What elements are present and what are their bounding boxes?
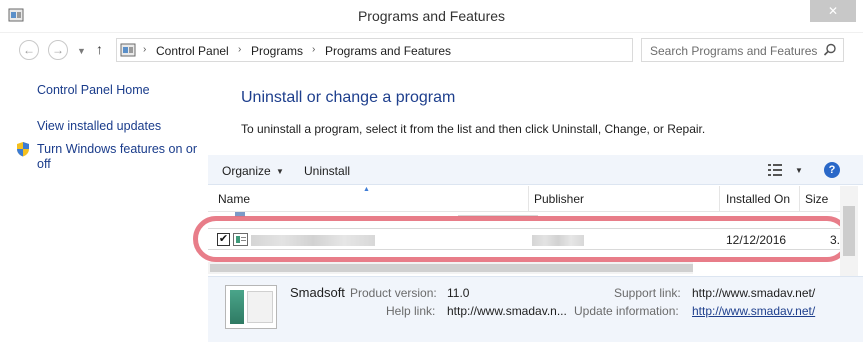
column-name[interactable]: Name: [218, 192, 250, 206]
highlight-annotation: [193, 216, 850, 262]
close-button[interactable]: ✕: [810, 0, 856, 22]
address-row: ← → ▼ ↑ › Control Panel › Programs › Pro…: [0, 33, 863, 65]
page-description: To uninstall a program, select it from t…: [241, 122, 706, 136]
shield-icon: [17, 142, 29, 157]
page-title: Uninstall or change a program: [241, 89, 456, 106]
control-panel-icon: [120, 43, 136, 57]
view-options-icon[interactable]: [767, 163, 783, 177]
help-link-label: Help link:: [386, 304, 436, 318]
help-link-value[interactable]: http://www.smadav.n...: [447, 304, 567, 318]
column-installed-on[interactable]: Installed On: [726, 192, 790, 206]
column-headers: Name Publisher Installed On Size: [208, 186, 840, 212]
task-pane: Control Panel Home View installed update…: [0, 66, 208, 342]
column-divider[interactable]: [719, 186, 720, 212]
back-button[interactable]: ←: [19, 40, 39, 60]
control-panel-home-link[interactable]: Control Panel Home: [37, 83, 150, 98]
breadcrumb-programs-features[interactable]: Programs and Features: [325, 44, 451, 58]
support-link-label: Support link:: [614, 286, 681, 300]
chevron-down-icon[interactable]: ▼: [276, 167, 284, 176]
horizontal-scroll-thumb[interactable]: [210, 264, 693, 272]
column-publisher[interactable]: Publisher: [534, 192, 584, 206]
window-title: Programs and Features: [357, 8, 506, 24]
search-icon[interactable]: [823, 43, 837, 57]
view-chevron-icon[interactable]: ▼: [795, 166, 803, 175]
forward-button[interactable]: →: [48, 40, 68, 60]
breadcrumb-programs[interactable]: Programs: [251, 44, 303, 58]
breadcrumb-separator: ›: [143, 44, 147, 55]
column-size[interactable]: Size: [805, 192, 828, 206]
update-information-link[interactable]: http://www.smadav.net/: [692, 304, 815, 318]
windows-features-link[interactable]: Turn Windows features on or off: [37, 142, 197, 172]
organize-button[interactable]: Organize: [222, 164, 271, 178]
column-divider[interactable]: [528, 186, 529, 212]
recent-locations-dropdown[interactable]: ▼: [77, 46, 87, 56]
help-icon[interactable]: ?: [824, 162, 840, 178]
program-large-icon: [225, 285, 277, 329]
product-version-value: 11.0: [447, 286, 470, 300]
details-program-name: Smadsoft: [290, 285, 345, 300]
support-link-value[interactable]: http://www.smadav.net/: [692, 286, 815, 300]
command-bar: Organize ▼ Uninstall: [208, 155, 863, 185]
view-installed-updates-link[interactable]: View installed updates: [37, 119, 161, 134]
vertical-scroll-thumb[interactable]: [843, 206, 855, 256]
update-information-label: Update information:: [574, 304, 679, 318]
windows-features-link-line1: Turn Windows features on or: [37, 142, 198, 156]
breadcrumb-separator: ›: [238, 44, 242, 55]
sort-ascending-icon: ▲: [363, 186, 370, 193]
close-icon: ✕: [827, 4, 839, 18]
product-version-label: Product version:: [350, 286, 437, 300]
column-divider[interactable]: [799, 186, 800, 212]
search-placeholder: Search Programs and Features: [650, 44, 818, 58]
title-bar: Programs and Features ✕: [0, 0, 863, 33]
uninstall-button[interactable]: Uninstall: [304, 164, 350, 178]
forward-arrow-icon: →: [52, 43, 64, 57]
breadcrumb-control-panel[interactable]: Control Panel: [156, 44, 229, 58]
back-arrow-icon: ←: [23, 43, 35, 57]
up-button[interactable]: ↑: [96, 41, 110, 59]
windows-features-link-line2: off: [37, 157, 51, 171]
address-bar[interactable]: › Control Panel › Programs › Programs an…: [116, 38, 737, 62]
search-box[interactable]: Search Programs and Features: [641, 38, 844, 62]
breadcrumb-separator: ›: [312, 44, 316, 55]
